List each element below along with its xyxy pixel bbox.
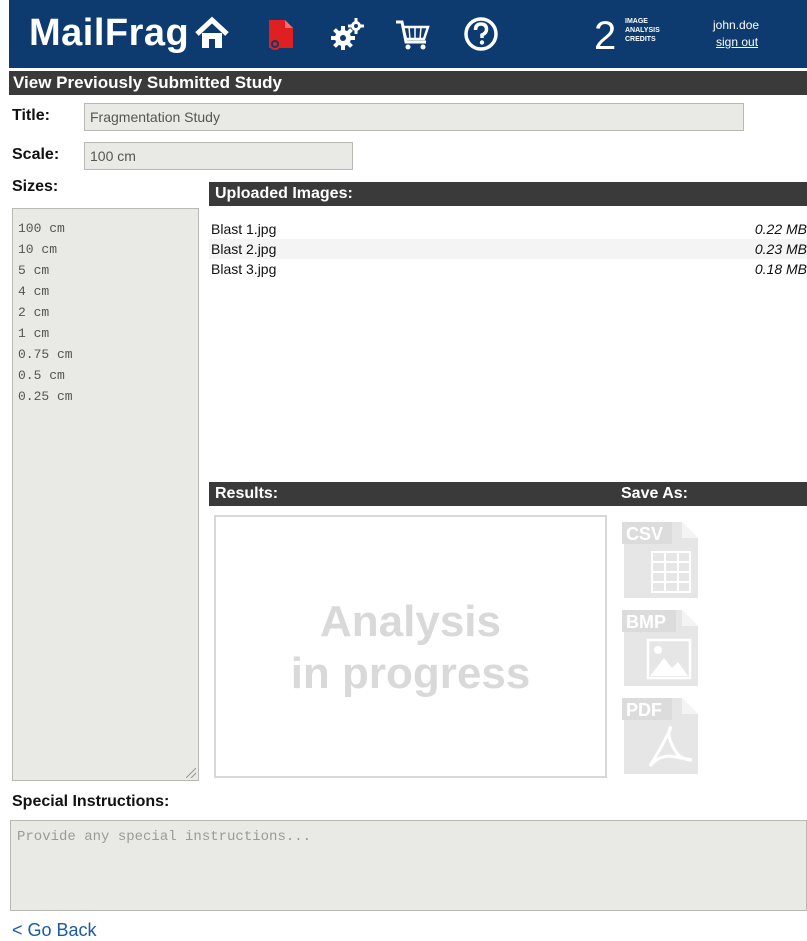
size-item: 2 cm [18, 305, 50, 320]
credits-count: 2 [594, 14, 617, 58]
bmp-label: BMP [626, 612, 666, 632]
pdf-download-icon[interactable]: PDF [620, 694, 700, 778]
file-size: 0.18 MB [754, 261, 807, 277]
size-item: 0.75 cm [18, 347, 73, 362]
file-name: Blast 3.jpg [211, 261, 277, 277]
size-item: 0.5 cm [18, 368, 65, 383]
credits-label-line: ANALYSIS [625, 27, 660, 34]
size-item: 4 cm [18, 284, 50, 299]
credits-label: IMAGE ANALYSIS CREDITS [625, 17, 687, 44]
cart-icon[interactable] [393, 14, 433, 54]
results-header: Results: [215, 485, 279, 502]
pdf-label: PDF [626, 700, 662, 720]
file-name: Blast 2.jpg [211, 241, 277, 257]
file-row[interactable]: Blast 2.jpg 0.23 MB [209, 239, 807, 259]
app-logo[interactable]: MailFrag [29, 12, 189, 55]
resize-grip-icon[interactable] [186, 768, 196, 778]
settings-icon[interactable] [328, 14, 368, 54]
file-row[interactable]: Blast 3.jpg 0.18 MB [209, 259, 807, 279]
special-instructions-label: Special Instructions: [12, 793, 170, 810]
help-icon[interactable] [461, 14, 501, 54]
scale-label: Scale: [12, 146, 60, 163]
results-bar: Results: Save As: [209, 482, 807, 506]
results-panel: Analysis in progress [214, 515, 607, 778]
file-row[interactable]: Blast 1.jpg 0.22 MB [209, 219, 807, 239]
file-name: Blast 1.jpg [211, 221, 277, 237]
sizes-textarea[interactable]: 100 cm 10 cm 5 cm 4 cm 2 cm 1 cm 0.75 cm… [12, 208, 199, 781]
sign-out-link[interactable]: sign out [716, 35, 758, 49]
analysis-progress-line2: in progress [290, 649, 531, 698]
size-item: 10 cm [18, 242, 58, 257]
bmp-download-icon[interactable]: BMP [620, 606, 700, 690]
go-back-link[interactable]: < Go Back [12, 920, 97, 941]
sizes-label: Sizes: [12, 178, 59, 195]
size-item: 1 cm [18, 326, 50, 341]
username: john.doe [713, 18, 760, 32]
file-size: 0.22 MB [754, 221, 807, 237]
size-item: 0.25 cm [18, 389, 73, 404]
title-field[interactable]: Fragmentation Study [84, 103, 744, 131]
analysis-progress-line1: Analysis [320, 597, 501, 646]
credits-label-line: CREDITS [625, 36, 656, 43]
csv-download-icon[interactable]: CSV [620, 518, 700, 602]
top-header: MailFrag 2 IMAGE ANALYSIS CREDITS john.d… [9, 0, 807, 68]
file-size: 0.23 MB [754, 241, 807, 257]
title-label: Title: [12, 107, 50, 124]
credits-label-line: IMAGE [625, 18, 648, 25]
save-as-header: Save As: [621, 485, 688, 502]
home-icon[interactable] [192, 14, 232, 54]
size-item: 5 cm [18, 263, 50, 278]
scale-field[interactable]: 100 cm [84, 142, 353, 170]
special-instructions-field[interactable]: Provide any special instructions... [10, 820, 807, 911]
section-title: View Previously Submitted Study [9, 71, 807, 95]
uploaded-images-header: Uploaded Images: [209, 182, 807, 206]
csv-label: CSV [626, 524, 663, 544]
size-item: 100 cm [18, 221, 65, 236]
study-icon[interactable] [261, 14, 301, 54]
